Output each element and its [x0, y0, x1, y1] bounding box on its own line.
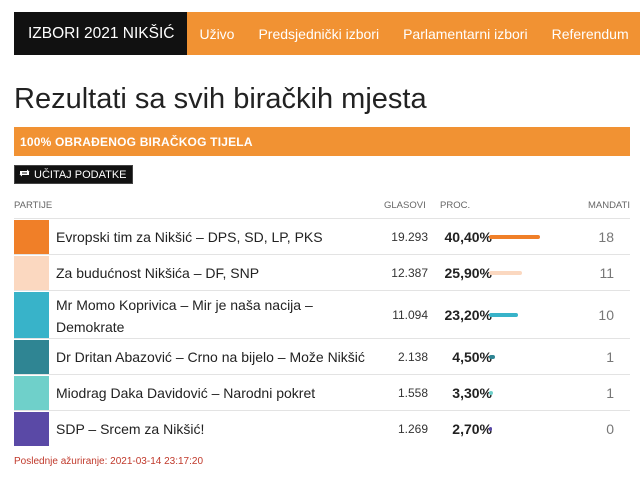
party-seats: 1 [606, 349, 614, 365]
party-percent-bar [489, 235, 540, 239]
party-percent: 40,40% [444, 229, 492, 245]
header-glasovi: GLASOVI [384, 200, 426, 211]
party-percent-bar [489, 355, 495, 359]
party-percent: 4,50% [452, 349, 492, 365]
load-data-label: UČITAJ PODATKE [34, 168, 127, 181]
party-percent: 25,90% [444, 265, 492, 281]
party-seats: 1 [606, 385, 614, 401]
nav-links: Uživo Predsjednički izbori Parlamentarni… [187, 26, 640, 42]
party-seats: 11 [599, 265, 614, 281]
party-percent-bar [489, 271, 522, 275]
page-title: Rezultati sa svih biračkih mjesta [14, 83, 427, 115]
party-votes: 1.269 [397, 422, 428, 436]
table-row: SDP – Srcem za Nikšić! 1.269 2,70% 0 [14, 410, 630, 446]
party-votes: 12.387 [391, 266, 428, 280]
refresh-icon [18, 168, 32, 181]
party-name: Dr Dritan Abazović – Crno na bijelo – Mo… [56, 349, 365, 365]
nav-link-referendum[interactable]: Referendum [552, 26, 629, 42]
party-percent-bar [489, 427, 492, 431]
party-color-swatch [14, 292, 49, 338]
party-name: Evropski tim za Nikšić – DPS, SD, LP, PK… [56, 229, 323, 245]
party-color-swatch [14, 340, 49, 374]
table-row: Za budućnost Nikšića – DF, SNP 12.387 25,9… [14, 254, 630, 290]
party-color-swatch [14, 412, 49, 446]
party-seats: 10 [598, 307, 614, 323]
party-name: Mr Momo Koprivica – Mir je naša nacija –… [56, 297, 313, 335]
party-name: Miodrag Daka Davidović – Narodni pokret [56, 385, 316, 401]
party-seats: 18 [598, 229, 614, 245]
party-name: SDP – Srcem za Nikšić! [56, 421, 205, 437]
party-percent-bar [489, 391, 493, 395]
nav-link-predsjednicki-izbori[interactable]: Predsjednički izbori [258, 26, 379, 42]
party-color-swatch [14, 220, 49, 254]
table-row: Mr Momo Koprivica – Mir je naša nacija –… [14, 290, 630, 338]
nav-link-uzivo[interactable]: Uživo [199, 26, 234, 42]
last-updated: Poslednje ažuriranje: 2021-03-14 23:17:2… [14, 456, 204, 467]
party-votes: 11.094 [392, 308, 428, 322]
table-row: Dr Dritan Abazović – Crno na bijelo – Mo… [14, 338, 630, 374]
header-partije: PARTIJE [14, 200, 53, 211]
progress-banner: 100% OBRAĐENOG BIRAČKOG TIJELA [14, 127, 630, 156]
top-navbar: IZBORI 2021 NIKŠIĆ Uživo Predsjednički i… [14, 12, 640, 55]
party-color-swatch [14, 376, 49, 410]
party-percent: 2,70% [452, 421, 492, 437]
party-votes: 1.558 [397, 386, 428, 400]
results-table: Evropski tim za Nikšić – DPS, SD, LP, PK… [14, 218, 630, 446]
table-row: Miodrag Daka Davidović – Narodni pokret 1… [14, 374, 630, 410]
load-data-button[interactable]: UČITAJ PODATKE [14, 165, 133, 184]
party-percent: 3,30% [452, 385, 492, 401]
party-percent-bar [489, 313, 518, 317]
party-percent: 23,20% [444, 307, 492, 323]
results-table-header: PARTIJE GLASOVI PROC. MANDATI [14, 198, 630, 218]
site-brand[interactable]: IZBORI 2021 NIKŠIĆ [14, 12, 188, 55]
party-seats: 0 [606, 421, 614, 437]
nav-link-parlamentarni-izbori[interactable]: Parlamentarni izbori [403, 26, 528, 42]
party-color-swatch [14, 256, 49, 290]
header-proc: PROC. [440, 200, 471, 211]
party-votes: 2.138 [397, 350, 428, 364]
party-votes: 19.293 [391, 230, 428, 244]
header-mandati: MANDATI [587, 200, 630, 211]
table-row: Evropski tim za Nikšić – DPS, SD, LP, PK… [14, 218, 630, 254]
party-name: Za budućnost Nikšića – DF, SNP [56, 265, 260, 281]
